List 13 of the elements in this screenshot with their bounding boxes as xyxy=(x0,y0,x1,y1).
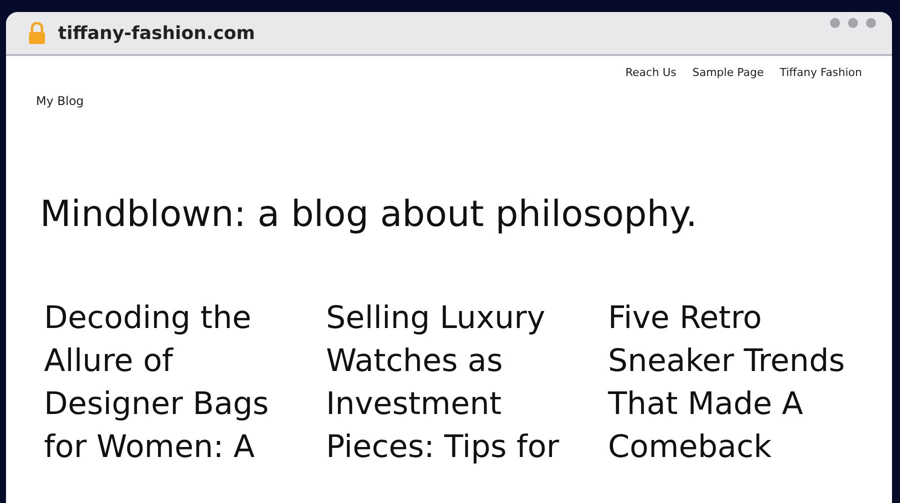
window-dot-icon[interactable] xyxy=(866,18,876,28)
window-dot-icon[interactable] xyxy=(830,18,840,28)
post-title-link[interactable]: Five Retro Sneaker Trends That Made A Comeback xyxy=(608,297,868,469)
post-title-link[interactable]: Selling Luxury Watches as Investment Pieces: Tips for xyxy=(326,297,586,469)
site-title[interactable]: My Blog xyxy=(36,94,84,108)
window-dot-icon[interactable] xyxy=(848,18,858,28)
site-tagline: Mindblown: a blog about philosophy. xyxy=(40,194,698,235)
address-text: tiffany-fashion.com xyxy=(58,22,256,44)
nav-link[interactable]: Reach Us xyxy=(625,66,676,108)
nav-link[interactable]: Tiffany Fashion xyxy=(780,66,862,108)
padlock-icon xyxy=(28,22,46,44)
post-title-link[interactable]: Decoding the Allure of Designer Bags for Women: A xyxy=(44,297,304,469)
nav-link[interactable]: Sample Page xyxy=(692,66,764,108)
